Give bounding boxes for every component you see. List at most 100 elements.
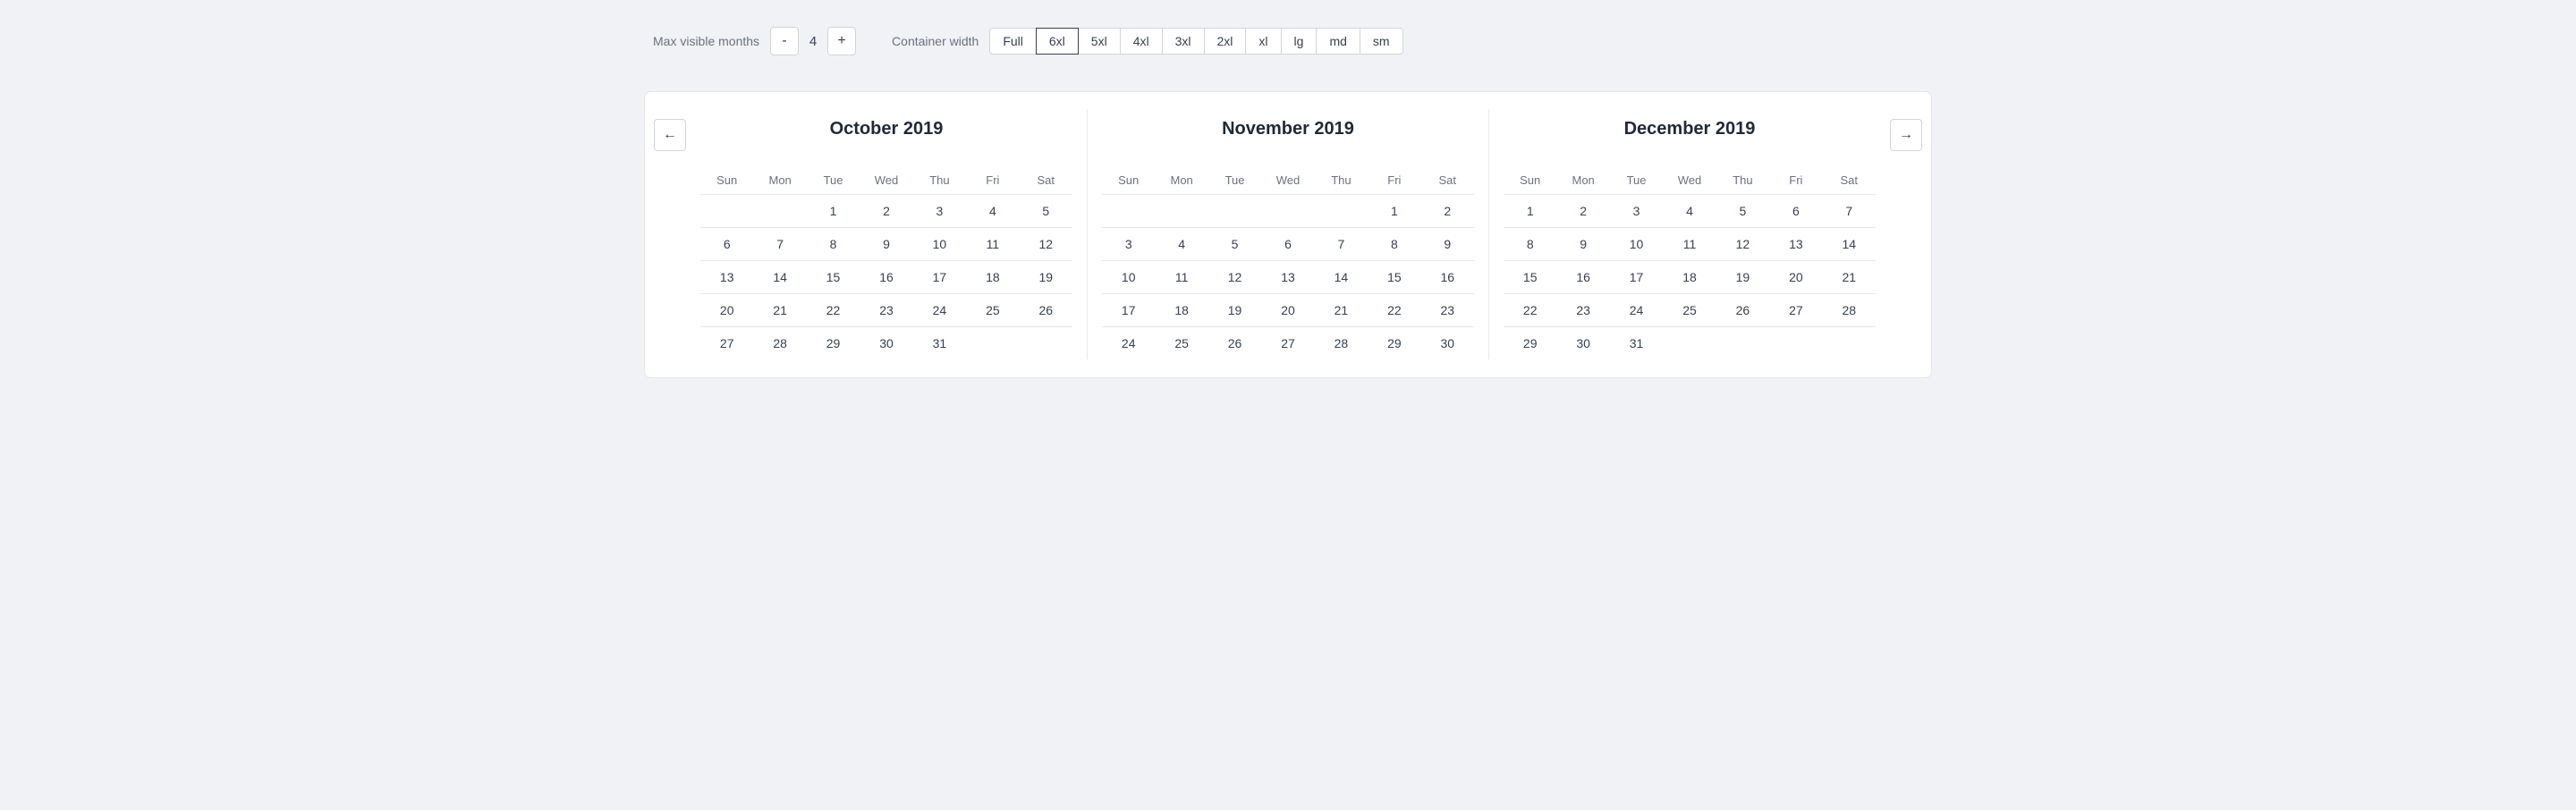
day-cell[interactable]: 5 (1020, 195, 1072, 228)
day-cell[interactable]: 25 (1663, 294, 1716, 327)
prev-nav-button[interactable]: ← (654, 119, 686, 151)
day-cell[interactable]: 24 (1610, 294, 1663, 327)
day-cell[interactable]: 9 (1556, 228, 1609, 261)
day-cell[interactable]: 8 (1368, 228, 1420, 261)
day-cell[interactable]: 7 (1823, 195, 1876, 228)
day-cell[interactable]: 31 (913, 327, 966, 359)
day-cell[interactable]: 1 (1368, 195, 1420, 228)
day-cell[interactable]: 22 (1368, 294, 1420, 327)
day-cell[interactable]: 2 (860, 195, 912, 228)
day-cell[interactable]: 29 (807, 327, 860, 359)
day-cell[interactable]: 17 (913, 261, 966, 294)
day-cell[interactable]: 24 (913, 294, 966, 327)
day-cell[interactable]: 26 (1208, 327, 1261, 359)
day-cell[interactable]: 4 (966, 195, 1019, 228)
day-cell[interactable]: 2 (1421, 195, 1474, 228)
day-cell[interactable]: 20 (1769, 261, 1822, 294)
day-cell[interactable]: 30 (1556, 327, 1609, 359)
day-cell[interactable]: 27 (700, 327, 753, 359)
day-cell[interactable]: 13 (1261, 261, 1314, 294)
day-cell[interactable]: 14 (753, 261, 806, 294)
day-cell[interactable]: 30 (1421, 327, 1474, 359)
day-cell[interactable]: 23 (1556, 294, 1609, 327)
day-cell[interactable]: 12 (1020, 228, 1072, 261)
stepper-minus-button[interactable]: - (770, 27, 799, 55)
day-cell[interactable]: 12 (1208, 261, 1261, 294)
stepper-plus-button[interactable]: + (827, 27, 856, 55)
day-cell[interactable]: 8 (1504, 228, 1556, 261)
day-cell[interactable]: 30 (860, 327, 912, 359)
day-cell[interactable]: 18 (1155, 294, 1208, 327)
day-cell[interactable]: 15 (807, 261, 860, 294)
day-cell[interactable]: 6 (700, 228, 753, 261)
day-cell[interactable]: 9 (1421, 228, 1474, 261)
day-cell[interactable]: 16 (1421, 261, 1474, 294)
width-btn-sm[interactable]: sm (1360, 28, 1403, 55)
day-cell[interactable]: 15 (1368, 261, 1420, 294)
day-cell[interactable]: 5 (1208, 228, 1261, 261)
width-btn-3xl[interactable]: 3xl (1162, 28, 1205, 55)
day-cell[interactable]: 21 (753, 294, 806, 327)
day-cell[interactable]: 18 (966, 261, 1019, 294)
width-btn-full[interactable]: Full (989, 28, 1037, 55)
next-nav-button[interactable]: → (1890, 119, 1922, 151)
day-cell[interactable]: 6 (1261, 228, 1314, 261)
day-cell[interactable]: 10 (913, 228, 966, 261)
day-cell[interactable]: 3 (1610, 195, 1663, 228)
day-cell[interactable]: 6 (1769, 195, 1822, 228)
day-cell[interactable]: 25 (1155, 327, 1208, 359)
width-btn-lg[interactable]: lg (1281, 28, 1318, 55)
day-cell[interactable]: 28 (1315, 327, 1368, 359)
width-btn-6xl[interactable]: 6xl (1036, 28, 1079, 55)
day-cell[interactable]: 25 (966, 294, 1019, 327)
day-cell[interactable]: 15 (1504, 261, 1556, 294)
day-cell[interactable]: 20 (1261, 294, 1314, 327)
day-cell[interactable]: 9 (860, 228, 912, 261)
day-cell[interactable]: 29 (1368, 327, 1420, 359)
day-cell[interactable]: 13 (700, 261, 753, 294)
day-cell[interactable]: 26 (1020, 294, 1072, 327)
day-cell[interactable]: 5 (1716, 195, 1769, 228)
day-cell[interactable]: 7 (1315, 228, 1368, 261)
day-cell[interactable]: 28 (753, 327, 806, 359)
day-cell[interactable]: 12 (1716, 228, 1769, 261)
width-btn-2xl[interactable]: 2xl (1204, 28, 1247, 55)
day-cell[interactable]: 1 (1504, 195, 1556, 228)
day-cell[interactable]: 11 (966, 228, 1019, 261)
day-cell[interactable]: 17 (1610, 261, 1663, 294)
day-cell[interactable]: 19 (1020, 261, 1072, 294)
day-cell[interactable]: 11 (1155, 261, 1208, 294)
day-cell[interactable]: 3 (1102, 228, 1155, 261)
day-cell[interactable]: 21 (1823, 261, 1876, 294)
day-cell[interactable]: 10 (1102, 261, 1155, 294)
day-cell[interactable]: 16 (1556, 261, 1609, 294)
day-cell[interactable]: 22 (1504, 294, 1556, 327)
day-cell[interactable]: 19 (1208, 294, 1261, 327)
day-cell[interactable]: 17 (1102, 294, 1155, 327)
width-btn-md[interactable]: md (1316, 28, 1360, 55)
day-cell[interactable]: 2 (1556, 195, 1609, 228)
day-cell[interactable]: 10 (1610, 228, 1663, 261)
day-cell[interactable]: 31 (1610, 327, 1663, 359)
day-cell[interactable]: 1 (807, 195, 860, 228)
day-cell[interactable]: 21 (1315, 294, 1368, 327)
day-cell[interactable]: 23 (1421, 294, 1474, 327)
day-cell[interactable]: 19 (1716, 261, 1769, 294)
day-cell[interactable]: 4 (1663, 195, 1716, 228)
day-cell[interactable]: 20 (700, 294, 753, 327)
day-cell[interactable]: 16 (860, 261, 912, 294)
day-cell[interactable]: 11 (1663, 228, 1716, 261)
day-cell[interactable]: 24 (1102, 327, 1155, 359)
day-cell[interactable]: 23 (860, 294, 912, 327)
day-cell[interactable]: 18 (1663, 261, 1716, 294)
day-cell[interactable]: 7 (753, 228, 806, 261)
day-cell[interactable]: 29 (1504, 327, 1556, 359)
day-cell[interactable]: 13 (1769, 228, 1822, 261)
day-cell[interactable]: 27 (1769, 294, 1822, 327)
day-cell[interactable]: 3 (913, 195, 966, 228)
day-cell[interactable]: 14 (1823, 228, 1876, 261)
day-cell[interactable]: 26 (1716, 294, 1769, 327)
width-btn-xl[interactable]: xl (1245, 28, 1281, 55)
day-cell[interactable]: 22 (807, 294, 860, 327)
width-btn-5xl[interactable]: 5xl (1078, 28, 1121, 55)
